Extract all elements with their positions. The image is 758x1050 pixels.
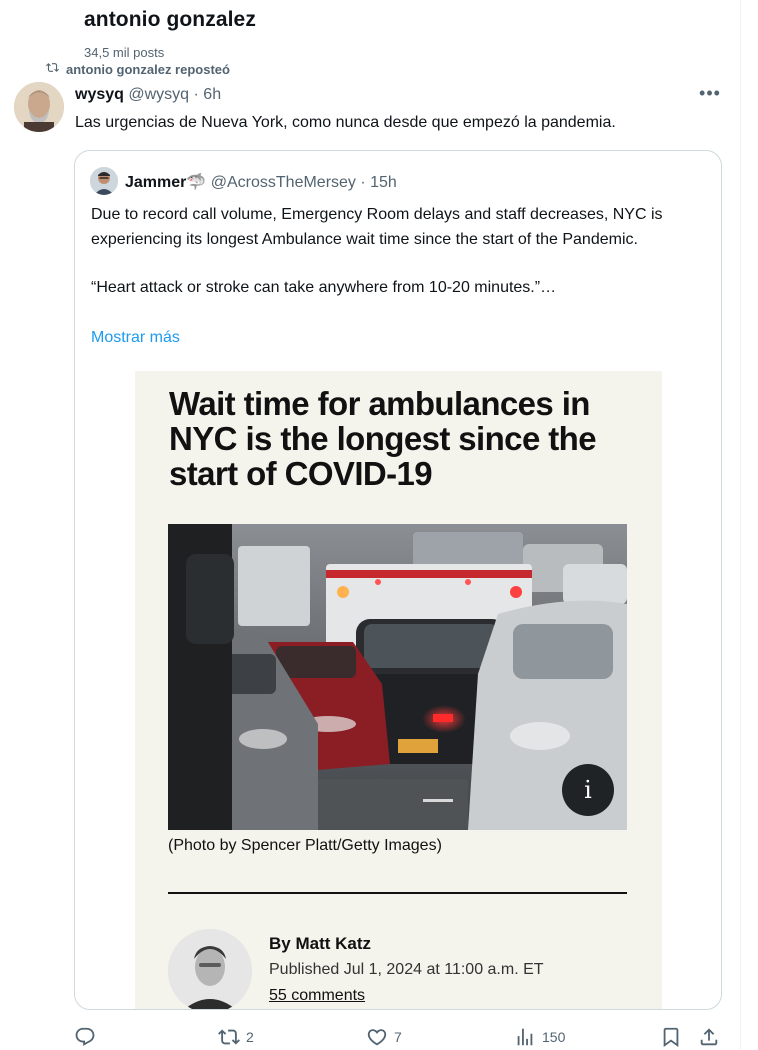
profile-header: antonio gonzalez 34,5 mil posts	[0, 0, 740, 62]
quoted-post[interactable]: Jammer🦈 @AcrossTheMersey · 15h Due to re…	[74, 150, 722, 1010]
article-headline: Wait time for ambulances in NYC is the l…	[169, 385, 597, 492]
quoted-author-handle-time[interactable]: @AcrossTheMersey · 15h	[211, 174, 397, 191]
views-button[interactable]: 150	[514, 1024, 565, 1050]
author-headshot	[168, 929, 252, 1009]
article-published-date: Published Jul 1, 2024 at 11:00 a.m. ET	[269, 961, 544, 978]
share-button[interactable]	[698, 1024, 720, 1050]
repost-small-icon	[46, 61, 66, 77]
author-handle-time[interactable]: @wysyq · 6h	[128, 86, 221, 103]
post-count: 34,5 mil posts	[84, 45, 165, 60]
quoted-author-avatar[interactable]	[90, 167, 118, 195]
share-icon	[700, 1028, 718, 1046]
quoted-paragraph-2: “Heart attack or stroke can take anywher…	[91, 279, 557, 296]
photo-caption: (Photo by Spencer Platt/Getty Images)	[168, 837, 442, 854]
quoted-paragraph-1: Due to record call volume, Emergency Roo…	[91, 206, 663, 248]
column-border	[740, 0, 741, 1050]
quoted-post-text: Due to record call volume, Emergency Roo…	[91, 203, 711, 301]
reply-button[interactable]	[74, 1024, 96, 1050]
post-text: Las urgencias de Nueva York, como nunca …	[75, 114, 616, 131]
like-button[interactable]: 7	[366, 1024, 402, 1050]
repost-icon	[218, 1029, 240, 1045]
article-image[interactable]: Wait time for ambulances in NYC is the l…	[135, 371, 662, 1009]
views-count: 150	[542, 1029, 566, 1045]
author-avatar[interactable]	[14, 82, 64, 132]
quoted-post-header: Jammer🦈 @AcrossTheMersey · 15h	[125, 172, 397, 192]
views-chart-icon	[517, 1028, 533, 1046]
info-icon[interactable]: i	[562, 764, 614, 816]
more-options-icon[interactable]: •••	[698, 84, 722, 106]
bookmark-icon	[663, 1027, 679, 1048]
author-name[interactable]: wysyq	[75, 86, 124, 103]
quoted-author-name[interactable]: Jammer🦈	[125, 174, 206, 191]
like-count: 7	[394, 1029, 402, 1045]
bookmark-button[interactable]	[660, 1024, 682, 1050]
show-more-link[interactable]: Mostrar más	[91, 329, 180, 347]
heart-icon	[367, 1029, 387, 1046]
repost-button[interactable]: 2	[218, 1024, 254, 1050]
article-byline: By Matt Katz	[269, 934, 372, 953]
article-divider	[168, 892, 627, 894]
post-header: wysyq @wysyq · 6h	[75, 86, 221, 104]
repost-label: antonio gonzalez reposteó	[66, 62, 230, 77]
ambulance-traffic-photo: i	[168, 524, 627, 830]
repost-indicator[interactable]: antonio gonzalez reposteó	[46, 61, 230, 77]
post-action-bar: 2 7 150	[74, 1024, 734, 1050]
back-arrow-icon[interactable]	[20, 14, 40, 34]
article-comments-link: 55 comments	[269, 987, 366, 1004]
reply-icon	[75, 1027, 95, 1046]
repost-count: 2	[246, 1029, 254, 1045]
profile-name-title: antonio gonzalez	[84, 8, 256, 31]
